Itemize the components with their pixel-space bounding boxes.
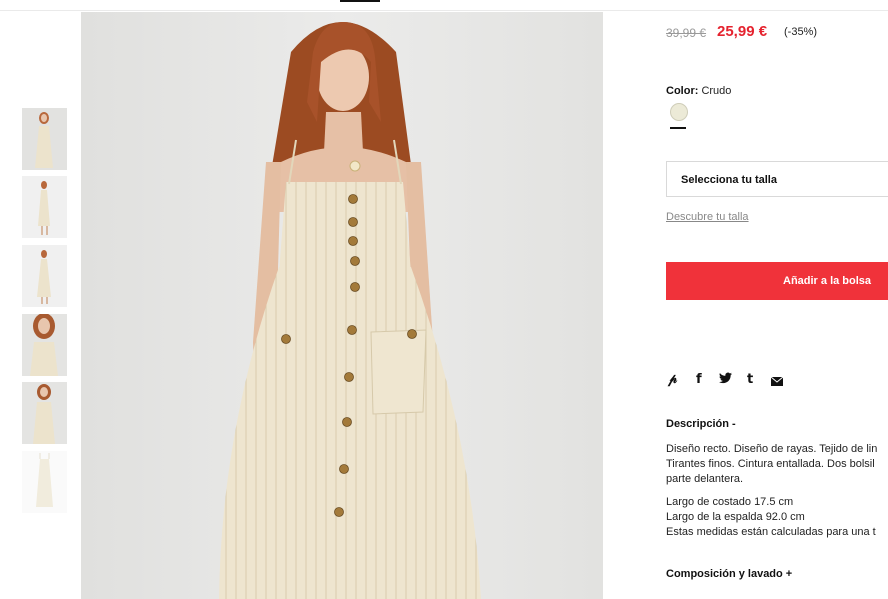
measure-line: Largo de la espalda 92.0 cm [666,511,805,523]
discount-badge: (-35%) [784,26,818,38]
measure-line: Estas medidas están calculadas para una … [666,526,876,538]
old-price: 39,99 € [666,26,707,40]
measure-line: Largo de costado 17.5 cm [666,496,794,508]
pinterest-icon[interactable]: 𝓅 [668,372,677,387]
current-price: 25,99 € [717,23,768,40]
thumbnail-2[interactable] [22,176,67,238]
facebook-icon[interactable]: f [696,372,702,387]
color-label: Color: [666,85,699,97]
thumbnail-3[interactable] [22,245,67,307]
thumbnail-6[interactable] [22,451,67,513]
description-line: parte delantera. [666,473,744,485]
thumbnail-4[interactable] [22,314,67,376]
description-text: Diseño recto. Diseño de rayas. Tejido de… [666,442,877,487]
email-icon[interactable] [770,375,784,390]
main-product-image[interactable] [81,12,603,599]
color-value: Crudo [701,85,732,97]
add-to-bag-button[interactable]: Añadir a la bolsa [666,262,888,300]
selected-swatch-indicator [670,127,686,129]
thumbnail-5[interactable] [22,382,67,444]
color-swatch-crudo[interactable] [670,103,688,121]
active-tab-indicator [340,0,380,2]
add-to-bag-label: Añadir a la bolsa [783,275,872,287]
size-select[interactable]: Selecciona tu talla [666,161,888,197]
color-row: Color: Crudo [666,85,731,97]
description-line: Diseño recto. Diseño de rayas. Tejido de… [666,443,878,455]
size-guide-link[interactable]: Descubre tu talla [666,211,749,223]
thumbnail-1[interactable] [22,108,67,170]
description-line: Tirantes finos. Cintura entallada. Dos b… [666,458,875,470]
twitter-icon[interactable] [719,372,732,388]
tumblr-icon[interactable]: t [747,372,753,387]
product-info-panel: 39,99 € 25,99 € (-35%) Color: Crudo Sele… [666,0,888,599]
description-toggle[interactable]: Descripción - [666,418,736,430]
composition-toggle[interactable]: Composición y lavado + [666,568,792,580]
measurements: Largo de costado 17.5 cm Largo de la esp… [666,495,876,540]
